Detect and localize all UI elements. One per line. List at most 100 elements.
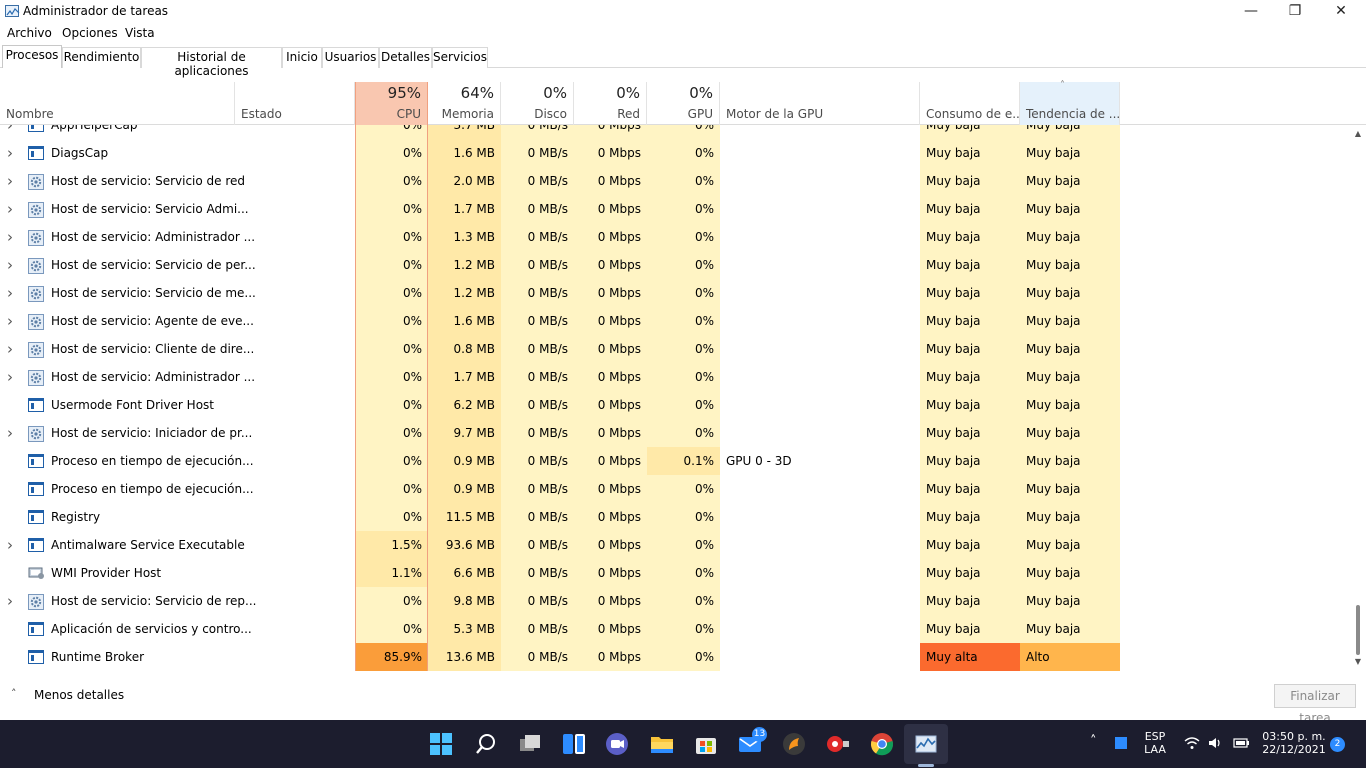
process-name: Host de servicio: Agente de eve... — [51, 314, 254, 328]
process-row[interactable]: › DiagsCap 0% 1.6 MB 0 MB/s 0 Mbps 0% Muy baja M… — [0, 139, 1350, 167]
cell-gpu: 0% — [647, 307, 720, 335]
expand-chevron-icon[interactable]: › — [7, 531, 13, 559]
battery-icon[interactable] — [1232, 736, 1250, 750]
process-row[interactable]: Usermode Font Driver Host 0% 6.2 MB 0 MB/s 0… — [0, 391, 1350, 419]
cell-gpu: 0% — [647, 167, 720, 195]
close-button[interactable]: ✕ — [1318, 0, 1364, 24]
chevron-up-icon[interactable]: ˄ — [11, 687, 17, 700]
tab-rendimiento[interactable]: Rendimiento — [62, 47, 141, 68]
expand-chevron-icon[interactable]: › — [7, 223, 13, 251]
tab-usuarios[interactable]: Usuarios — [322, 47, 379, 68]
cell-trend: Muy baja — [1020, 307, 1120, 335]
cell-mem: 2.0 MB — [428, 167, 501, 195]
menu-archivo[interactable]: Archivo — [7, 26, 52, 40]
menu-vista[interactable]: Vista — [125, 26, 155, 40]
expand-chevron-icon[interactable]: › — [7, 125, 13, 139]
minimize-button[interactable]: — — [1228, 0, 1274, 24]
scroll-thumb[interactable] — [1356, 605, 1360, 655]
cell-engine — [720, 419, 920, 447]
notification-badge[interactable]: 2 — [1330, 737, 1345, 752]
expand-chevron-icon[interactable]: › — [7, 335, 13, 363]
process-row[interactable]: › Host de servicio: Servicio de me... 0% 1.… — [0, 279, 1350, 307]
header-memory[interactable]: 64% Memoria — [428, 82, 501, 125]
menu-opciones[interactable]: Opciones — [62, 26, 118, 40]
process-row[interactable]: › Host de servicio: Cliente de dire... 0% 0… — [0, 335, 1350, 363]
expand-chevron-icon[interactable]: › — [7, 139, 13, 167]
search-icon[interactable] — [474, 732, 498, 756]
scroll-up-arrow-icon[interactable]: ▲ — [1353, 129, 1363, 139]
expand-chevron-icon[interactable]: › — [7, 363, 13, 391]
tab-historial[interactable]: Historial de aplicaciones — [141, 47, 282, 78]
process-row[interactable]: › AppHelperCap 0% 3.7 MB 0 MB/s 0 Mbps 0% Muy b… — [0, 125, 1350, 139]
process-row[interactable]: Proceso en tiempo de ejecución... 0% 0.9 M… — [0, 475, 1350, 503]
cell-trend: Muy baja — [1020, 419, 1120, 447]
process-row[interactable]: › Antimalware Service Executable 1.5% 93.6 … — [0, 531, 1350, 559]
header-cpu[interactable]: 95% CPU — [355, 82, 428, 125]
maximize-button[interactable]: ❐ — [1272, 0, 1318, 24]
process-row[interactable]: › Host de servicio: Servicio Admi... 0% 1.7… — [0, 195, 1350, 223]
clock[interactable]: 03:50 p. m. 22/12/2021 — [1258, 730, 1330, 756]
file-explorer-icon[interactable] — [650, 732, 674, 756]
cell-cpu: 0% — [355, 391, 428, 419]
cell-cpu: 0% — [355, 223, 428, 251]
process-name: Proceso en tiempo de ejecución... — [51, 454, 254, 468]
fl-studio-icon[interactable] — [782, 732, 806, 756]
cell-mem: 93.6 MB — [428, 531, 501, 559]
header-gpu[interactable]: 0% GPU — [647, 82, 720, 125]
expand-chevron-icon[interactable]: › — [7, 167, 13, 195]
header-gpu-engine[interactable]: Motor de la GPU — [720, 82, 920, 125]
header-name[interactable]: Nombre — [0, 82, 235, 125]
tray-app-icon[interactable] — [1114, 736, 1128, 750]
expand-chevron-icon[interactable]: › — [7, 587, 13, 615]
cell-disk: 0 MB/s — [501, 531, 574, 559]
process-row[interactable]: Runtime Broker 85.9% 13.6 MB 0 MB/s 0 Mbps 0%… — [0, 643, 1350, 671]
process-row[interactable]: › Host de servicio: Agente de eve... 0% 1.6… — [0, 307, 1350, 335]
cell-power: Muy baja — [920, 195, 1020, 223]
expand-chevron-icon[interactable]: › — [7, 307, 13, 335]
tab-detalles[interactable]: Detalles — [379, 47, 432, 68]
scroll-down-arrow-icon[interactable]: ▼ — [1353, 657, 1363, 667]
chrome-icon[interactable] — [870, 732, 894, 756]
less-details-button[interactable]: Menos detalles — [34, 688, 124, 702]
header-network[interactable]: 0% Red — [574, 82, 647, 125]
process-row[interactable]: WMI Provider Host 1.1% 6.6 MB 0 MB/s 0 Mbps 0… — [0, 559, 1350, 587]
windows-start-icon[interactable] — [429, 732, 453, 756]
tray-overflow-chevron-icon[interactable]: ˄ — [1090, 734, 1097, 749]
tab-inicio[interactable]: Inicio — [282, 47, 322, 68]
cell-mem: 1.7 MB — [428, 363, 501, 391]
wifi-icon[interactable] — [1184, 736, 1200, 750]
process-row[interactable]: › Host de servicio: Administrador ... 0% 1.… — [0, 223, 1350, 251]
screen-recorder-icon[interactable] — [826, 732, 850, 756]
language-indicator[interactable]: ESP LAA — [1140, 730, 1170, 756]
expand-chevron-icon[interactable]: › — [7, 251, 13, 279]
process-row[interactable]: › Host de servicio: Servicio de red 0% 2.0 … — [0, 167, 1350, 195]
process-row[interactable]: Proceso en tiempo de ejecución... 0% 0.9 M… — [0, 447, 1350, 475]
header-disk[interactable]: 0% Disco — [501, 82, 574, 125]
process-row[interactable]: › Host de servicio: Servicio de rep... 0% 9… — [0, 587, 1350, 615]
process-row[interactable]: Registry 0% 11.5 MB 0 MB/s 0 Mbps 0% Muy baja M… — [0, 503, 1350, 531]
app-window-icon — [28, 510, 44, 524]
task-view-icon[interactable] — [518, 732, 542, 756]
process-row[interactable]: › Host de servicio: Servicio de per... 0% 1… — [0, 251, 1350, 279]
header-name-label: Nombre — [6, 107, 54, 121]
process-row[interactable]: Aplicación de servicios y contro... 0% 5.3… — [0, 615, 1350, 643]
expand-chevron-icon[interactable]: › — [7, 419, 13, 447]
tab-procesos[interactable]: Procesos — [2, 45, 62, 68]
expand-chevron-icon[interactable]: › — [7, 195, 13, 223]
teams-chat-icon[interactable] — [605, 732, 629, 756]
tab-servicios[interactable]: Servicios — [432, 47, 488, 68]
process-row[interactable]: › Host de servicio: Administrador ... 0% 1.… — [0, 363, 1350, 391]
widgets-icon[interactable] — [562, 732, 586, 756]
end-task-button[interactable]: Finalizar tarea — [1274, 684, 1356, 725]
expand-chevron-icon[interactable]: › — [7, 279, 13, 307]
task-manager-taskbar-icon[interactable] — [914, 732, 938, 756]
volume-icon[interactable] — [1208, 736, 1222, 750]
vertical-scrollbar[interactable]: ▲ ▼ — [1350, 125, 1366, 671]
header-status[interactable]: Estado — [235, 82, 355, 125]
header-power[interactable]: Consumo de e... — [920, 82, 1024, 125]
process-row[interactable]: › Host de servicio: Iniciador de pr... 0% 9… — [0, 419, 1350, 447]
header-power-trend[interactable]: ˄ Tendencia de ... — [1020, 80, 1120, 125]
microsoft-store-icon[interactable] — [694, 732, 718, 756]
process-list: › AppHelperCap 0% 3.7 MB 0 MB/s 0 Mbps 0% Muy b… — [0, 125, 1350, 671]
app-window-icon — [28, 454, 44, 468]
